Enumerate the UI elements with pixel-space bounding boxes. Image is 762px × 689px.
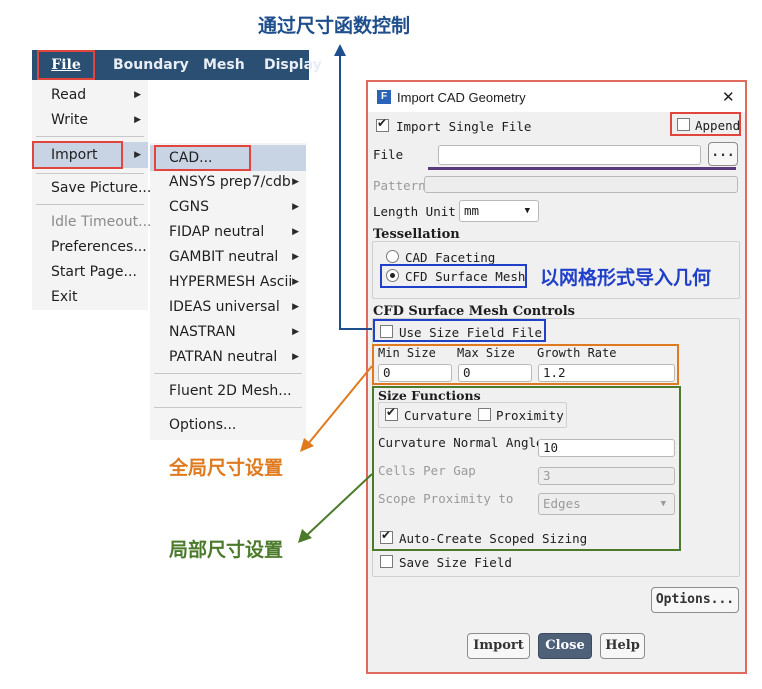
orange-arrow bbox=[307, 365, 373, 445]
annotation-arrows bbox=[298, 44, 373, 543]
blue-arrowhead bbox=[334, 44, 346, 56]
blue-arrow bbox=[339, 52, 372, 330]
green-arrow bbox=[305, 473, 373, 537]
